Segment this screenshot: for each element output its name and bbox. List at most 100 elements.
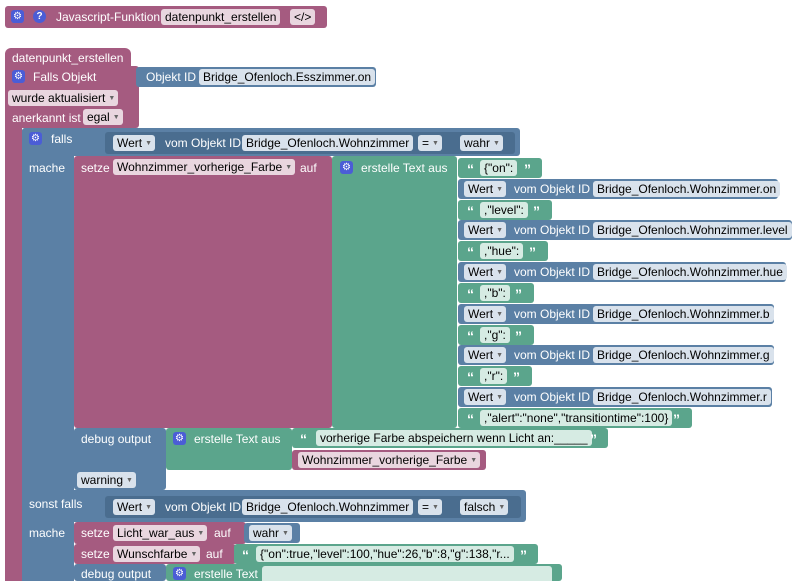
ack-label: anerkannt ist [12,111,81,125]
variable-dropdown-value: Wohnzimmer_vorherige_Farbe [117,160,283,174]
value-dropdown-value: Wert [468,390,494,404]
code-button[interactable]: </> [290,9,316,25]
from-object-label: vom Objekt ID [514,265,591,279]
value-dropdown-value: Wert [117,500,143,514]
text-join-label: erstelle Text aus [361,161,448,175]
procedure-left-bar [5,66,22,581]
bool-dropdown[interactable]: wahr ▼ [460,135,503,151]
value-dropdown[interactable]: Wert ▼ [113,135,156,151]
variable-dropdown-value: Wunschfarbe [117,547,188,561]
operator-dropdown-value: = [422,500,430,514]
quote-close-icon: ” [673,411,680,427]
string-field[interactable]: vorherige Farbe abspeichern wenn Licht a… [316,430,592,446]
event-dropdown-value: wurde aktualisiert [12,91,106,105]
value-dropdown-value: Wert [468,307,494,321]
value-dropdown-value: Wert [468,265,494,279]
log-level-value: warning [81,473,124,487]
debug-output-label: debug output [81,567,152,581]
string-field[interactable]: {"on":true,"level":100,"hue":26,"b":8,"g… [256,546,514,562]
else-mache-label: mache [29,526,66,540]
quote-open-icon: “ [467,161,474,177]
bool-dropdown-value: falsch [464,500,496,514]
event-dropdown[interactable]: wurde aktualisiert ▼ [8,90,119,106]
function-name-field[interactable]: datenpunkt_erstellen [161,9,281,25]
quote-close-icon: ” [533,203,540,219]
quote-open-icon: “ [467,411,474,427]
object-id-label: Objekt ID [146,70,197,84]
quote-open-icon: “ [467,328,474,344]
object-id-field[interactable]: Bridge_Ofenloch.Wohnzimmer.g [593,347,774,363]
gear-icon[interactable]: ⚙ [29,132,42,145]
quote-open-icon: “ [467,203,474,219]
value-dropdown[interactable]: Wert ▼ [464,306,507,322]
value-dropdown[interactable]: Wert ▼ [464,347,507,363]
log-level-dropdown[interactable]: warning ▼ [77,472,136,488]
from-object-label: vom Objekt ID [514,348,591,362]
value-dropdown[interactable]: Wert ▼ [113,499,156,515]
object-id-field[interactable]: Bridge_Ofenloch.Wohnzimmer.on [593,181,781,197]
variable-dropdown-value: Licht_war_aus [117,526,195,540]
gear-icon[interactable]: ⚙ [11,10,24,23]
variable-dropdown-value: Wohnzimmer_vorherige_Farbe [302,453,468,467]
value-dropdown[interactable]: Wert ▼ [464,264,507,280]
set-variable-block[interactable] [74,156,332,428]
text-join-label: erstelle Text [194,567,258,581]
setze-label: setze [81,161,110,175]
text-join-label: erstelle Text aus [194,432,281,446]
value-dropdown[interactable]: Wert ▼ [464,389,507,405]
ack-dropdown[interactable]: egal ▼ [83,109,123,125]
bool-dropdown-value: wahr [253,526,280,540]
auf-label: auf [214,526,231,540]
auf-label: auf [206,547,223,561]
gear-icon[interactable]: ⚙ [12,70,25,83]
string-field-partial[interactable] [262,566,552,581]
ack-dropdown-value: egal [87,110,110,124]
value-dropdown[interactable]: Wert ▼ [464,222,507,238]
quote-open-icon: “ [242,547,249,563]
from-object-label: vom Objekt ID [514,223,591,237]
string-field[interactable]: ,"b": [480,285,510,301]
quote-close-icon: ” [515,286,522,302]
else-if-label: sonst falls [29,497,83,511]
text-join-block[interactable] [332,156,457,428]
quote-close-icon: ” [515,328,522,344]
trigger-label: Falls Objekt [33,70,97,84]
object-id-field[interactable]: Bridge_Ofenloch.Esszimmer.on [199,69,376,85]
variable-dropdown[interactable]: Licht_war_aus ▼ [113,525,208,541]
gear-icon[interactable]: ⚙ [173,432,186,445]
setze-label: setze [81,547,110,561]
quote-close-icon: ” [524,161,531,177]
string-field[interactable]: ,"alert":"none","transitiontime":100} [480,410,673,426]
object-id-field[interactable]: Bridge_Ofenloch.Wohnzimmer.b [593,306,774,322]
object-id-field[interactable]: Bridge_Ofenloch.Wohnzimmer.hue [593,264,787,280]
gear-icon[interactable]: ⚙ [173,567,186,580]
operator-dropdown[interactable]: = ▼ [418,499,442,515]
bool-dropdown-value: wahr [464,136,491,150]
auf-label: auf [300,161,317,175]
function-header-title: Javascript-Funktion [56,10,161,24]
variable-dropdown[interactable]: Wohnzimmer_vorherige_Farbe ▼ [298,452,481,468]
quote-close-icon: ” [590,431,597,447]
string-field[interactable]: ,"r": [480,368,508,384]
bool-dropdown[interactable]: wahr ▼ [249,525,292,541]
string-field[interactable]: ,"level": [480,202,528,218]
object-id-field[interactable]: Bridge_Ofenloch.Wohnzimmer.level [593,222,792,238]
help-icon[interactable]: ? [33,10,46,23]
value-dropdown[interactable]: Wert ▼ [464,181,507,197]
value-dropdown-value: Wert [117,136,143,150]
string-field[interactable]: ,"hue": [480,243,524,259]
string-field[interactable]: ,"g": [480,327,510,343]
from-object-label: vom Objekt ID [514,390,591,404]
bool-dropdown[interactable]: falsch ▼ [460,499,509,515]
from-object-label: vom Objekt ID [165,500,242,514]
object-id-field[interactable]: Bridge_Ofenloch.Wohnzimmer.r [593,389,771,405]
string-field[interactable]: {"on": [480,160,518,176]
variable-dropdown[interactable]: Wunschfarbe ▼ [113,546,201,562]
object-id-field[interactable]: Bridge_Ofenloch.Wohnzimmer [242,499,414,515]
variable-dropdown[interactable]: Wohnzimmer_vorherige_Farbe ▼ [113,159,296,175]
quote-close-icon: ” [529,244,536,260]
operator-dropdown[interactable]: = ▼ [418,135,442,151]
object-id-field[interactable]: Bridge_Ofenloch.Wohnzimmer [242,135,414,151]
operator-dropdown-value: = [422,136,430,150]
gear-icon[interactable]: ⚙ [340,161,353,174]
